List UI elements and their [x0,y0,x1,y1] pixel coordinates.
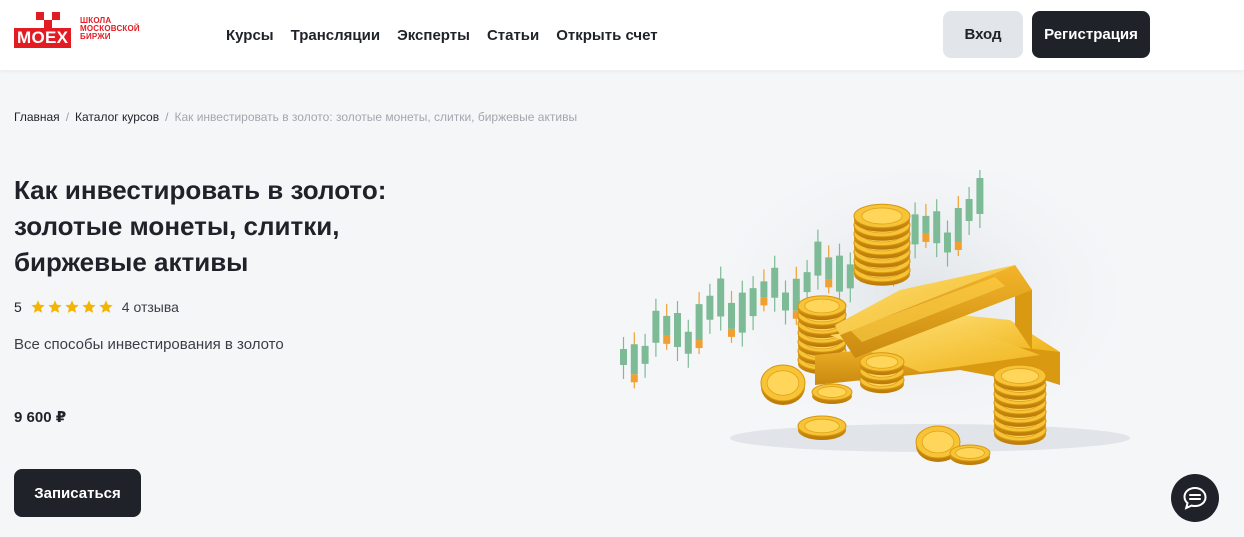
breadcrumb-separator: / [165,110,169,124]
nav-articles[interactable]: Статьи [487,27,539,44]
gold-coin [853,203,911,232]
candle [674,301,681,362]
nav-open-account[interactable]: Открыть счет [556,27,657,44]
main-nav: Курсы Трансляции Эксперты Статьи Открыть… [226,0,658,70]
moex-school-logo[interactable]: MOEX ШКОЛА МОСКОВСКОЙ БИРЖИ [14,12,140,49]
nav-courses[interactable]: Курсы [226,27,274,44]
breadcrumb-current: Как инвестировать в золото: золотые моне… [174,110,578,124]
candle [620,337,627,379]
breadcrumb-home[interactable]: Главная [14,110,60,124]
gold-coin [760,364,806,405]
gold-coin [797,415,847,440]
nav-experts[interactable]: Эксперты [397,27,470,44]
breadcrumb-catalog[interactable]: Каталог курсов [75,110,159,124]
candle [630,332,638,389]
gold-coin [993,364,1047,391]
star-icon [82,300,96,313]
star-icon [65,300,79,313]
star-icon [99,300,113,313]
star-icon [48,300,62,313]
logo-word: MOEX [14,28,72,48]
register-button[interactable]: Регистрация [1032,11,1150,58]
star-icon [31,300,45,313]
course-subtitle: Все способы инвестирования в золото [14,336,284,353]
breadcrumb: Главная / Каталог курсов / Как инвестиро… [14,110,577,124]
candle [663,303,671,350]
gold-coin [859,352,905,376]
chat-button[interactable] [1171,474,1219,522]
breadcrumb-separator: / [65,110,70,124]
nav-broadcasts[interactable]: Трансляции [291,27,380,44]
rating-stars [30,299,114,315]
chat-icon [1183,486,1207,510]
course-rating: 5 4 отзыва [14,299,179,315]
logo-mark: MOEX [14,12,76,49]
gold-coin [811,383,853,404]
logo-school-text: ШКОЛА МОСКОВСКОЙ БИРЖИ [80,16,140,41]
course-title: Как инвестировать в золото: золотые моне… [14,175,387,277]
reviews-link[interactable]: 4 отзыва [122,299,179,315]
candle [684,319,692,368]
gold-coin [949,444,991,465]
gold-coin [797,295,847,321]
login-button[interactable]: Вход [943,11,1023,58]
candle [641,333,649,378]
site-header: MOEX ШКОЛА МОСКОВСКОЙ БИРЖИ Курсы Трансл… [0,0,1244,70]
rating-score: 5 [14,299,22,315]
gold-investment-illustration [620,170,1130,465]
course-price: 9 600 ₽ [14,409,67,426]
candle [652,298,660,357]
enroll-button[interactable]: Записаться [14,469,141,517]
